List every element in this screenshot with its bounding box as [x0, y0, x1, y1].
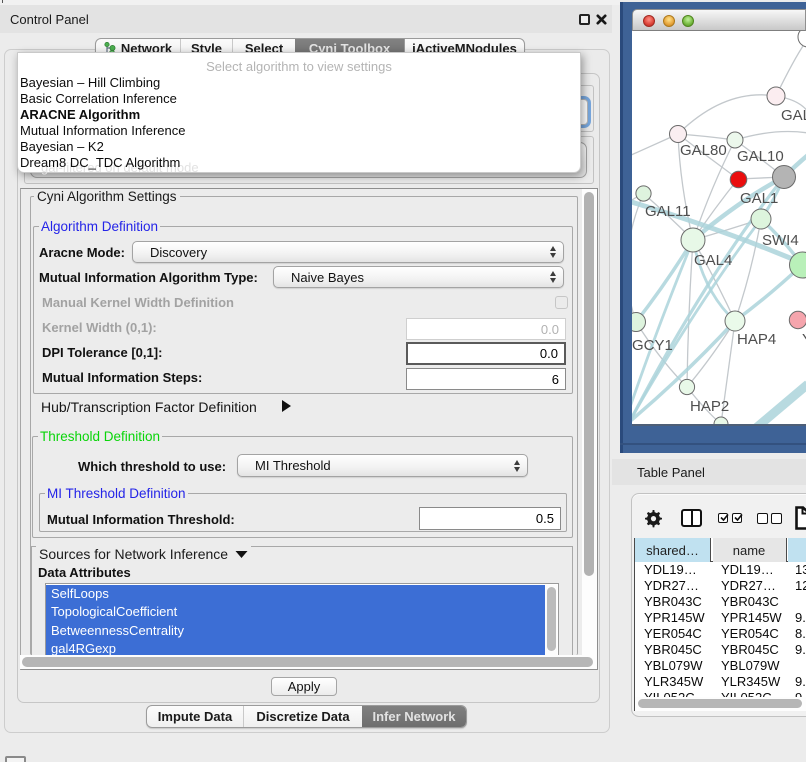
svg-text:GAL4: GAL4 [694, 252, 732, 269]
svg-text:GAL7: GAL7 [781, 107, 806, 124]
svg-text:HAP4: HAP4 [737, 331, 776, 348]
svg-text:HAP2: HAP2 [690, 398, 729, 415]
svg-text:GAL10: GAL10 [737, 148, 784, 165]
svg-text:GAL1: GAL1 [740, 190, 778, 207]
svg-text:GCY1: GCY1 [632, 337, 673, 354]
svg-text:GAL11: GAL11 [645, 203, 691, 220]
svg-text:GAL80: GAL80 [680, 142, 727, 159]
svg-text:Y: Y [802, 331, 806, 348]
svg-text:SWI4: SWI4 [762, 232, 799, 249]
